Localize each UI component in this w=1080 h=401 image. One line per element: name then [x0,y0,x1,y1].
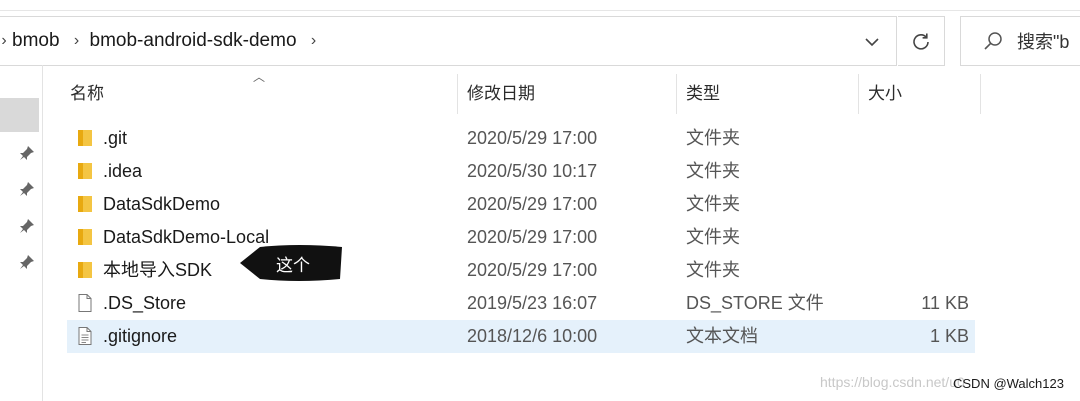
file-explorer-window: › bmob › bmob-android-sdk-demo › 搜索"b ︿ … [0,0,1080,401]
file-row[interactable]: DataSdkDemo 2020/5/29 17:00 文件夹 [67,188,975,221]
text-file-icon [75,326,95,346]
folder-icon [75,128,95,148]
column-header-date[interactable]: 修改日期 [467,74,535,114]
pin-icon[interactable] [19,218,35,234]
chevron-right-icon[interactable]: › [303,32,325,50]
column-header-type[interactable]: 类型 [686,74,720,114]
file-date: 2020/5/30 10:17 [467,161,598,181]
pin-icon[interactable] [19,254,35,270]
author-credit: CSDN @Walch123 [953,376,1064,391]
file-row[interactable]: DataSdkDemo-Local 2020/5/29 17:00 文件夹 [67,221,975,254]
file-name: .git [103,128,128,148]
folder-icon [75,161,95,181]
file-size: 1 KB [929,326,969,346]
file-row[interactable]: .idea 2020/5/30 10:17 文件夹 [67,155,975,188]
address-bar[interactable]: › bmob › bmob-android-sdk-demo › [0,16,897,66]
file-name: DataSdkDemo [103,194,221,214]
breadcrumb-item-bmob[interactable]: bmob [10,30,66,52]
file-type: 文件夹 [686,161,740,181]
file-type: 文本文档 [686,326,758,346]
file-row[interactable]: .gitignore 2018/12/6 10:00 文本文档 1 KB [67,320,975,353]
file-row[interactable]: 本地导入SDK 2020/5/29 17:00 文件夹 [67,254,975,287]
column-divider[interactable] [858,74,859,114]
file-date: 2020/5/29 17:00 [467,227,598,247]
pin-icon[interactable] [19,145,35,161]
top-divider [0,10,1080,11]
chevron-right-icon[interactable]: › [66,32,88,50]
column-divider[interactable] [676,74,677,114]
pin-icon[interactable] [19,181,35,197]
annotation-callout: 这个 [238,243,344,283]
file-date: 2020/5/29 17:00 [467,194,598,214]
search-icon [983,31,1003,51]
sort-ascending-icon: ︿ [253,70,266,84]
file-name: .idea [103,161,143,181]
search-placeholder: 搜索"b [1017,32,1070,52]
navigation-pane[interactable] [0,65,43,401]
file-type: DS_STORE 文件 [686,293,824,313]
file-type: 文件夹 [686,194,740,214]
breadcrumb: › bmob › bmob-android-sdk-demo › [0,17,325,65]
column-header-size[interactable]: 大小 [868,74,902,114]
file-date: 2018/12/6 10:00 [467,326,598,346]
folder-icon [75,260,95,280]
search-input[interactable]: 搜索"b [960,16,1080,66]
column-divider[interactable] [457,74,458,114]
file-date: 2020/5/29 17:00 [467,260,598,280]
file-row[interactable]: .git 2020/5/29 17:00 文件夹 [67,122,975,155]
file-date: 2020/5/29 17:00 [467,128,598,148]
file-row[interactable]: .DS_Store 2019/5/23 16:07 DS_STORE 文件 11 KB [67,287,975,320]
file-type: 文件夹 [686,128,740,148]
chevron-down-icon [865,38,879,47]
watermark-url: https://blog.csdn.net/u0 [820,374,965,390]
annotation-label: 这个 [276,256,310,275]
file-size: 11 KB [921,293,969,313]
nav-selected-item[interactable] [0,98,39,132]
folder-icon [75,227,95,247]
column-divider[interactable] [980,74,981,114]
file-icon [75,293,95,313]
file-type: 文件夹 [686,227,740,247]
address-history-dropdown[interactable] [856,31,888,53]
file-name: 本地导入SDK [103,260,213,280]
file-type: 文件夹 [686,260,740,280]
column-header-name[interactable]: 名称 [70,74,104,114]
chevron-right-icon[interactable]: › [0,32,10,50]
refresh-icon [913,33,929,50]
file-date: 2019/5/23 16:07 [467,293,598,313]
refresh-button[interactable] [898,16,945,66]
file-name: .DS_Store [103,293,187,313]
file-name: .gitignore [103,326,178,346]
breadcrumb-item-sdk-demo[interactable]: bmob-android-sdk-demo [88,30,303,52]
folder-icon [75,194,95,214]
